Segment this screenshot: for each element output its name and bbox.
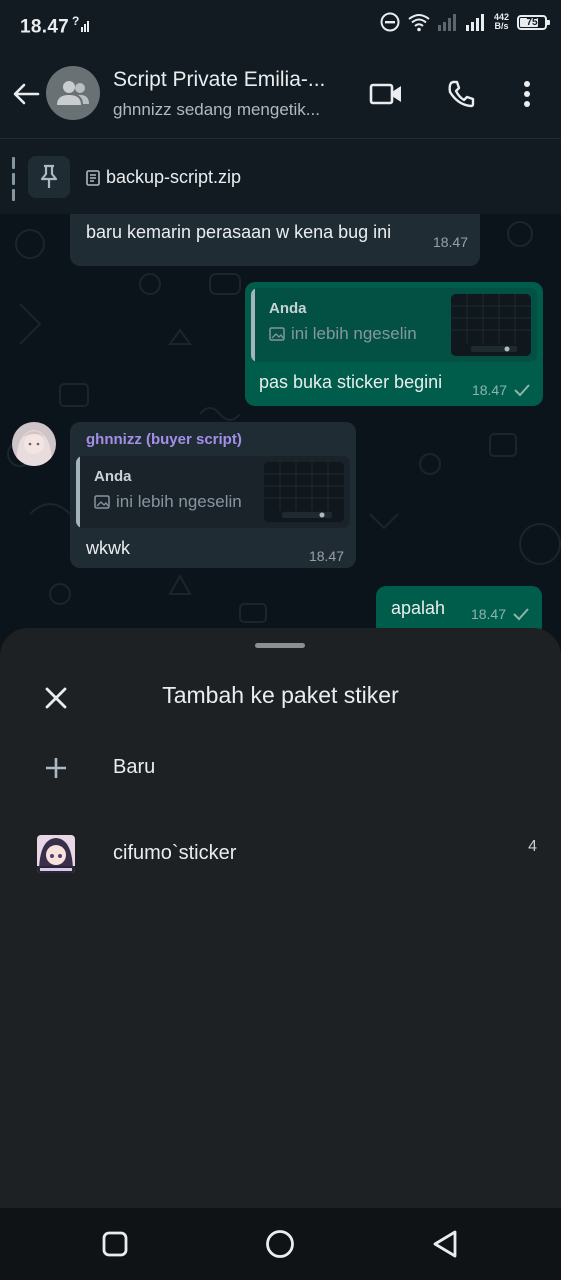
quote-author: Anda [269, 300, 307, 317]
video-call-icon[interactable] [368, 76, 404, 112]
pinned-file[interactable]: backup-script.zip [86, 167, 241, 188]
new-pack-label: Baru [113, 756, 156, 778]
status-time-badge: ? [72, 14, 80, 28]
quote-thumbnail [264, 462, 344, 522]
quote-bar [251, 288, 255, 362]
group-avatar[interactable] [46, 66, 100, 120]
circle-icon [266, 1230, 294, 1258]
cell-signal-icon [437, 14, 456, 31]
message-time: 18.47 [471, 382, 507, 398]
do-not-disturb-icon [380, 12, 400, 32]
message-bubble-incoming[interactable]: ghnnizz (buyer script) Anda ini lebih ng… [70, 422, 356, 568]
pinned-message-bar[interactable]: backup-script.zip [0, 138, 561, 214]
image-icon [269, 327, 285, 341]
sheet-drag-handle[interactable] [255, 643, 305, 648]
message-bubble-incoming[interactable]: baru kemarin perasaan w kena bug ini 18.… [70, 214, 480, 266]
message-text: wkwk [86, 538, 130, 558]
back-arrow-icon[interactable] [10, 78, 42, 110]
sticker-pack-count: 4 [528, 838, 537, 855]
message-time: 18.47 [432, 234, 468, 250]
home-button[interactable] [262, 1226, 298, 1262]
document-icon [86, 169, 100, 186]
quoted-message[interactable]: Anda ini lebih ngeselin [76, 456, 350, 528]
add-to-sticker-pack-sheet: Tambah ke paket stiker Baru cifumo`stick… [0, 628, 561, 1208]
square-icon [102, 1231, 128, 1257]
chat-title[interactable]: Script Private Emilia-... [113, 68, 343, 92]
pin-icon[interactable] [28, 156, 70, 198]
message-text: pas buka sticker begini [259, 372, 443, 392]
more-vert-icon[interactable] [509, 76, 545, 112]
message-time: 18.47 [470, 606, 506, 622]
status-icons: 442 B/s 75 [380, 12, 550, 32]
chat-header: Script Private Emilia-... ghnnizz sedang… [0, 50, 561, 138]
sticker-pack-thumbnail [36, 834, 76, 874]
message-bubble-outgoing[interactable]: Anda ini lebih ngeselin pas buka sticker… [245, 282, 543, 406]
sheet-title: Tambah ke paket stiker [162, 682, 399, 708]
quote-bar [76, 456, 80, 528]
sent-check-icon [514, 384, 530, 397]
sticker-pack-name: cifumo`sticker [113, 842, 237, 864]
voice-call-icon[interactable] [443, 76, 479, 112]
plus-icon [36, 748, 76, 788]
quote-thumbnail [451, 294, 531, 356]
cell-signal-icon-2 [465, 14, 484, 31]
sticker-pack-row[interactable]: cifumo`sticker 4 [0, 816, 561, 892]
sent-check-icon [513, 608, 529, 621]
wifi-icon [408, 14, 430, 32]
quote-text: ini lebih ngeselin [269, 324, 417, 344]
network-speed: 442 B/s [493, 12, 509, 31]
group-icon [57, 81, 89, 105]
pin-indicator [12, 157, 15, 201]
new-pack-row[interactable]: Baru [0, 730, 561, 806]
pinned-file-name: backup-script.zip [106, 167, 242, 187]
quote-author: Anda [94, 468, 132, 485]
sender-name[interactable]: ghnnizz (buyer script) [86, 431, 242, 448]
quote-text: ini lebih ngeselin [94, 492, 242, 512]
message-text: apalah [391, 598, 446, 618]
signal-small-icon [80, 21, 89, 33]
message-bubble-outgoing[interactable]: apalah 18.47 [376, 586, 542, 634]
contact-avatar[interactable] [12, 422, 56, 466]
back-button[interactable] [427, 1226, 463, 1262]
message-time: 18.47 [308, 548, 344, 564]
status-bar: 18.47? 442 B/s 75 [0, 0, 561, 50]
system-navigation-bar [0, 1208, 561, 1280]
triangle-back-icon [433, 1230, 457, 1258]
status-time: 18.47? [20, 14, 91, 38]
message-text: baru kemarin perasaan w kena bug ini [86, 222, 392, 242]
recents-button[interactable] [97, 1226, 133, 1262]
image-icon [94, 495, 110, 509]
typing-status: ghnnizz sedang mengetik... [113, 100, 320, 119]
quoted-message[interactable]: Anda ini lebih ngeselin [251, 288, 537, 362]
chat-area[interactable]: baru kemarin perasaan w kena bug ini 18.… [0, 214, 561, 634]
battery-icon: 75 [517, 14, 550, 30]
